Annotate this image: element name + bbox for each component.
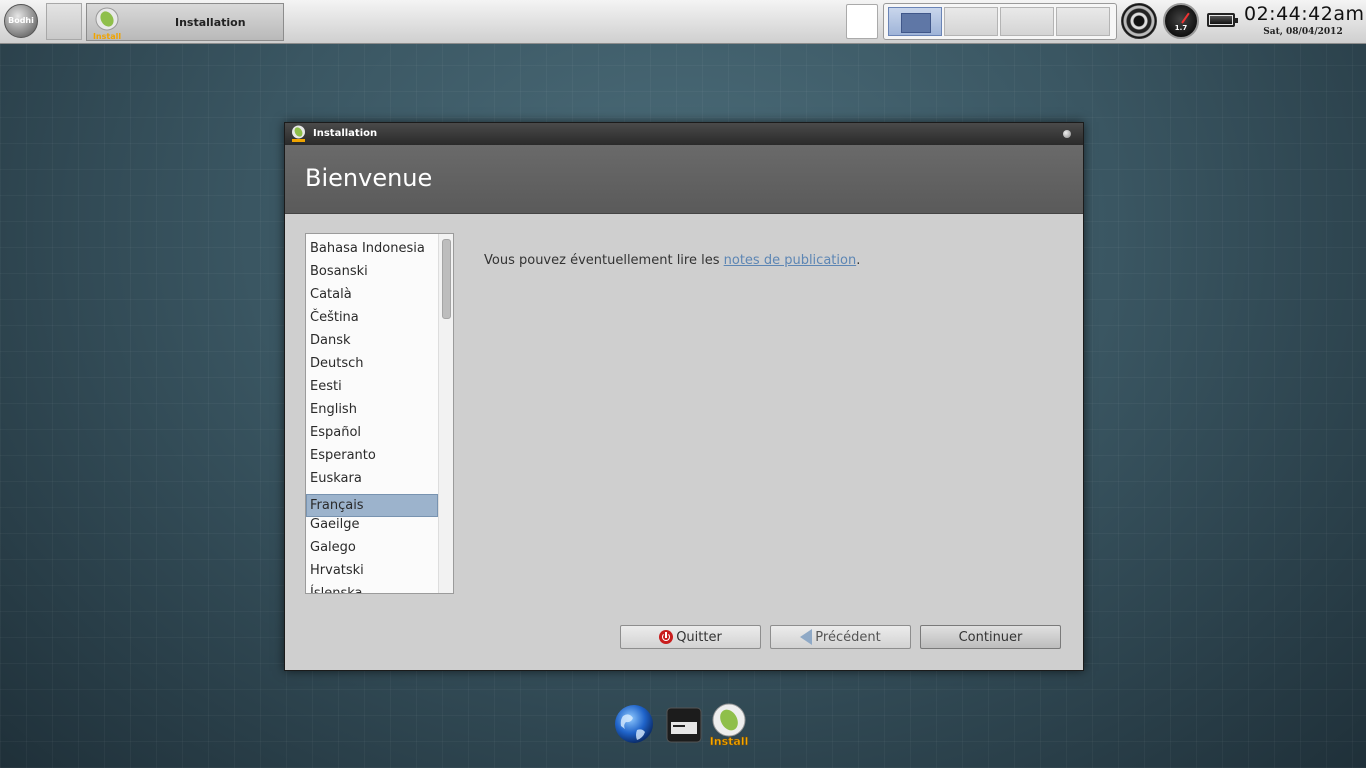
window-titlebar[interactable]: Installation <box>285 123 1083 145</box>
page-title: Bienvenue <box>305 164 433 192</box>
language-item[interactable]: Eesti <box>306 379 438 402</box>
language-item[interactable]: Català <box>306 287 438 310</box>
desktop-2[interactable] <box>944 7 998 36</box>
clock-date: Sat, 08/04/2012 <box>1263 27 1343 37</box>
scrollbar-thumb[interactable] <box>442 239 451 319</box>
desktop-4[interactable] <box>1056 7 1110 36</box>
language-item[interactable]: Gaeilge <box>306 517 438 540</box>
install-app-icon: Install <box>93 7 121 41</box>
arrow-left-icon <box>800 629 813 645</box>
language-item[interactable]: Euskara <box>306 471 438 494</box>
show-desktop-button[interactable] <box>846 4 878 39</box>
language-list[interactable]: Bahasa Indonesia Bosanski Català Čeština Dan… <box>305 233 454 594</box>
desktop-1[interactable] <box>888 7 942 36</box>
start-menu-button[interactable]: Bodhi <box>4 4 38 38</box>
cpu-value: 1.7 <box>1174 24 1188 32</box>
language-item[interactable]: Deutsch <box>306 356 438 379</box>
install-launcher-label: Install <box>710 735 749 748</box>
taskbar-item-installation[interactable]: Install Installation <box>86 3 284 41</box>
language-item[interactable]: Français <box>306 494 438 517</box>
previous-button-label: Précédent <box>815 629 881 645</box>
release-notes-text: Vous pouvez éventuellement lire les note… <box>484 253 860 268</box>
previous-button[interactable]: Précédent <box>770 625 911 649</box>
terminal-icon[interactable] <box>663 702 705 748</box>
power-icon <box>659 630 674 644</box>
language-item[interactable]: Dansk <box>306 333 438 356</box>
continue-button[interactable]: Continuer <box>920 625 1061 649</box>
pager-slot[interactable] <box>46 3 82 40</box>
language-item[interactable]: Español <box>306 425 438 448</box>
gauge-needle <box>1181 12 1190 24</box>
language-item[interactable]: Bosanski <box>306 264 438 287</box>
continue-button-label: Continuer <box>958 629 1023 645</box>
close-icon[interactable] <box>1063 130 1071 138</box>
install-app-icon <box>292 125 305 142</box>
quit-button[interactable]: Quitter <box>620 625 761 649</box>
release-notes-suffix: . <box>856 253 861 268</box>
language-item[interactable]: Bahasa Indonesia <box>306 241 438 264</box>
language-item[interactable]: Íslenska <box>306 586 438 593</box>
language-item[interactable]: Esperanto <box>306 448 438 471</box>
language-item[interactable]: Galego <box>306 540 438 563</box>
taskbar-item-label: Installation <box>175 16 246 29</box>
install-launcher-icon[interactable]: Install <box>708 702 750 748</box>
window-title: Installation <box>313 128 378 139</box>
install-icon-text: Install <box>93 32 121 41</box>
quit-button-label: Quitter <box>676 629 722 645</box>
language-item[interactable]: Čeština <box>306 310 438 333</box>
language-items: Bahasa Indonesia Bosanski Català Čeština Dan… <box>306 241 438 593</box>
cpu-gauge-icon[interactable]: 1.7 <box>1163 3 1199 39</box>
desktop-pager <box>883 3 1117 40</box>
language-list-scrollbar[interactable] <box>438 234 453 593</box>
volume-mixer-icon[interactable] <box>1121 3 1157 39</box>
release-notes-link[interactable]: notes de publication <box>724 253 857 268</box>
top-panel: Bodhi Install Installation 1.7 02:44:42a… <box>0 0 1366 44</box>
installer-window: Installation Bienvenue Bahasa Indonesia B… <box>284 122 1084 671</box>
window-preview <box>901 13 931 33</box>
desktop-3[interactable] <box>1000 7 1054 36</box>
battery-icon[interactable] <box>1207 13 1238 27</box>
language-item[interactable]: Hrvatski <box>306 563 438 586</box>
language-item[interactable]: English <box>306 402 438 425</box>
web-browser-icon[interactable] <box>613 702 655 748</box>
release-notes-prefix: Vous pouvez éventuellement lire les <box>484 253 724 268</box>
page-header: Bienvenue <box>285 145 1083 214</box>
clock-time[interactable]: 02:44:42am <box>1244 3 1364 25</box>
